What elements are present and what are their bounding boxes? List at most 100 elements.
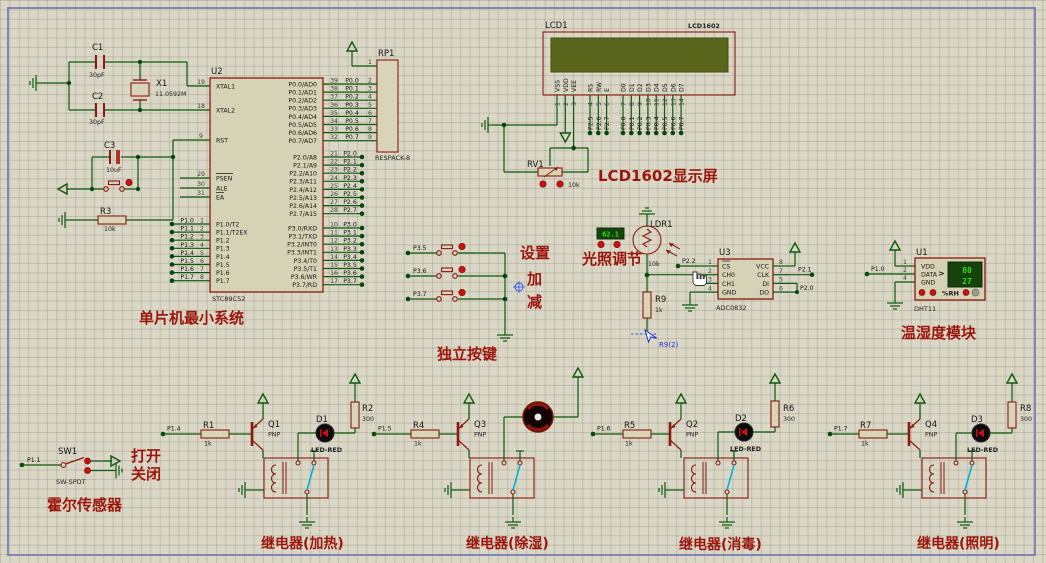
- dht-button-3[interactable]: [963, 290, 969, 296]
- respack-pin-number: 5: [368, 102, 372, 109]
- net-label: P3.5: [413, 245, 427, 252]
- relay-coil-heating[interactable]: [250, 451, 328, 515]
- pin-name: P2.4/A12: [289, 187, 317, 194]
- pin-name: PSEN: [216, 176, 233, 183]
- rp1-body[interactable]: [377, 60, 398, 152]
- relay-lighting-section: P1.7 R7 1k Q4 PNP D3 LED-RED R8 300 继电器(…: [828, 374, 1032, 552]
- r2-resistor[interactable]: [351, 402, 359, 428]
- r6-ref: R6: [783, 404, 794, 414]
- proteus-schematic-page: { "titles": { "mcu_system": "单片机最小系统", "…: [0, 0, 1046, 563]
- rv1-decrease-button[interactable]: [540, 181, 546, 187]
- pin-name: D4: [654, 83, 661, 92]
- x1-crystal[interactable]: [131, 62, 149, 110]
- d3-led[interactable]: [972, 424, 990, 442]
- net-label: P1.6: [597, 426, 611, 433]
- pin-name: P2.1/A9: [293, 163, 317, 170]
- r1-ref: R1: [203, 421, 214, 431]
- power-arrow: [1007, 374, 1017, 383]
- pin-number: 30: [197, 181, 205, 188]
- pin-name: P2.7/A15: [289, 211, 317, 218]
- switch-throw-down[interactable]: [85, 468, 91, 474]
- switch-throw-up[interactable]: [85, 458, 91, 464]
- lcd1602[interactable]: LCD1 LCD1602 VSS 1 VDD 2 VEE 3 RS 4: [482, 21, 735, 172]
- net-label: P1.6: [180, 266, 194, 273]
- rv1-increase-button[interactable]: [557, 181, 563, 187]
- ground-symbol: [505, 517, 521, 528]
- r6-resistor[interactable]: [771, 401, 779, 427]
- c2-capacitor[interactable]: [96, 103, 104, 117]
- net-label: P0.7: [679, 116, 686, 130]
- net-label: P3.5: [343, 262, 357, 269]
- net-label: P2.4: [343, 183, 357, 190]
- q3-type: PNP: [474, 432, 487, 439]
- dht-button-1[interactable]: [919, 290, 925, 296]
- pin-number: 5: [596, 102, 603, 106]
- key-button-row[interactable]: P3.5: [406, 243, 505, 255]
- pin-number: 32: [330, 134, 338, 141]
- pin-number: 2: [563, 102, 570, 106]
- pin-number: 4: [588, 102, 595, 106]
- pin-number: 34: [330, 118, 338, 125]
- pin-number: 15: [330, 262, 338, 269]
- pin-name: P0.7/AD7: [288, 138, 317, 145]
- motor[interactable]: [523, 402, 553, 432]
- d1-led[interactable]: [316, 424, 334, 442]
- pin-number: 17: [330, 278, 338, 285]
- ldr-increase-button[interactable]: [614, 241, 620, 247]
- dht11-u1[interactable]: U1 DHT11 1 VDD 2 DATA 4 GND P1.0: [865, 241, 985, 313]
- pin-number: 8: [200, 274, 204, 281]
- r9-resistor[interactable]: [643, 292, 651, 318]
- open-label: 打开: [131, 447, 161, 465]
- rv1-body[interactable]: [538, 168, 562, 176]
- pin-name: CH0: [722, 272, 735, 279]
- relay-coil-disinfect[interactable]: [670, 451, 748, 515]
- pin-number: 4: [903, 275, 907, 282]
- ldr-decrease-button[interactable]: [598, 241, 604, 247]
- pin-name: P3.1/TXD: [289, 234, 318, 241]
- d2-led[interactable]: [735, 423, 753, 441]
- power-arrow: [770, 374, 780, 383]
- pin-name: P1.1/T2EX: [216, 230, 248, 237]
- pin-name: P1.0/T2: [216, 221, 239, 228]
- pin-name: P3.2/INT0: [287, 242, 317, 249]
- r9-value: 1k: [655, 307, 663, 314]
- r1-resistor[interactable]: [201, 430, 229, 438]
- mcu-u2[interactable]: U2 STC89C52 19 XTAL1 18 XTAL2 9 RST 29 P…: [170, 67, 377, 303]
- q1-ref: Q1: [268, 420, 280, 430]
- net-label: P0.4: [654, 116, 661, 130]
- rp1-ref: RP1: [378, 49, 394, 59]
- power-arrow-down: [560, 133, 570, 142]
- respack-pin-number: 3: [368, 86, 372, 93]
- key-button-row[interactable]: P3.7: [406, 289, 505, 301]
- pin-name: DO: [759, 290, 769, 297]
- pin-name: P1.3: [216, 246, 230, 253]
- r5-resistor[interactable]: [623, 430, 651, 438]
- q2-transistor[interactable]: [670, 394, 686, 458]
- r8-resistor[interactable]: [1008, 402, 1016, 428]
- c1-capacitor[interactable]: [96, 55, 104, 69]
- d3-part: LED-RED: [967, 446, 998, 454]
- key-button-row[interactable]: P3.6: [406, 266, 505, 278]
- pin-name: ALE: [216, 186, 228, 193]
- net-label: P3.7: [343, 278, 357, 285]
- pin-name: P2.0/A8: [293, 154, 317, 161]
- contrast-pot-rv1[interactable]: RV1 10k: [527, 160, 580, 189]
- net-label: P3.7: [413, 291, 427, 298]
- pin-name: RW: [596, 82, 603, 92]
- set-label: 设置: [520, 244, 550, 262]
- relay-coil-dehumidify[interactable]: [456, 451, 534, 515]
- pin-number: 31: [197, 190, 205, 197]
- r7-resistor[interactable]: [859, 430, 887, 438]
- relay-coil-lighting[interactable]: [908, 451, 986, 515]
- q1-transistor[interactable]: [252, 394, 268, 458]
- q3-transistor[interactable]: [458, 394, 474, 458]
- r6-value: 300: [783, 416, 795, 423]
- q4-transistor[interactable]: [909, 394, 925, 458]
- dht-button-2[interactable]: [930, 290, 936, 296]
- spdt-switch[interactable]: [61, 458, 90, 474]
- pin-col: D4 11 P0.4: [654, 83, 661, 135]
- r4-resistor[interactable]: [411, 430, 439, 438]
- pin-name: D3: [645, 83, 652, 92]
- r3-resistor[interactable]: [98, 216, 126, 224]
- net-label: P0.2: [345, 94, 359, 101]
